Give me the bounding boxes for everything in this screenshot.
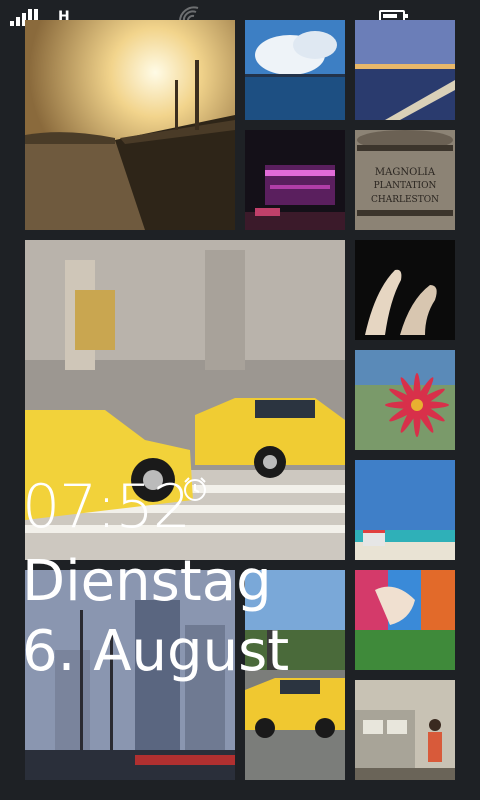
hands-photo[interactable] — [355, 240, 455, 340]
subway-photo[interactable] — [355, 680, 455, 780]
barrel-photo[interactable]: MAGNOLIA PLANTATION CHARLESTON — [355, 130, 455, 230]
mural-photo[interactable] — [355, 570, 455, 670]
svg-text:MAGNOLIA: MAGNOLIA — [375, 167, 436, 178]
svg-text:PLANTATION: PLANTATION — [374, 181, 437, 191]
flower-photo[interactable] — [355, 350, 455, 450]
svg-text:CHARLESTON: CHARLESTON — [371, 195, 439, 205]
city-dusk-photo[interactable] — [355, 20, 455, 120]
taxi-overlook-photo[interactable] — [245, 570, 345, 780]
neon-building-photo[interactable] — [245, 130, 345, 230]
sunset-harbor-photo[interactable] — [25, 20, 235, 230]
ship-skyline-photo[interactable] — [25, 570, 235, 780]
beach-photo[interactable] — [355, 460, 455, 560]
lake-clouds-photo[interactable] — [245, 20, 345, 120]
taxi-street-photo[interactable] — [25, 240, 345, 560]
